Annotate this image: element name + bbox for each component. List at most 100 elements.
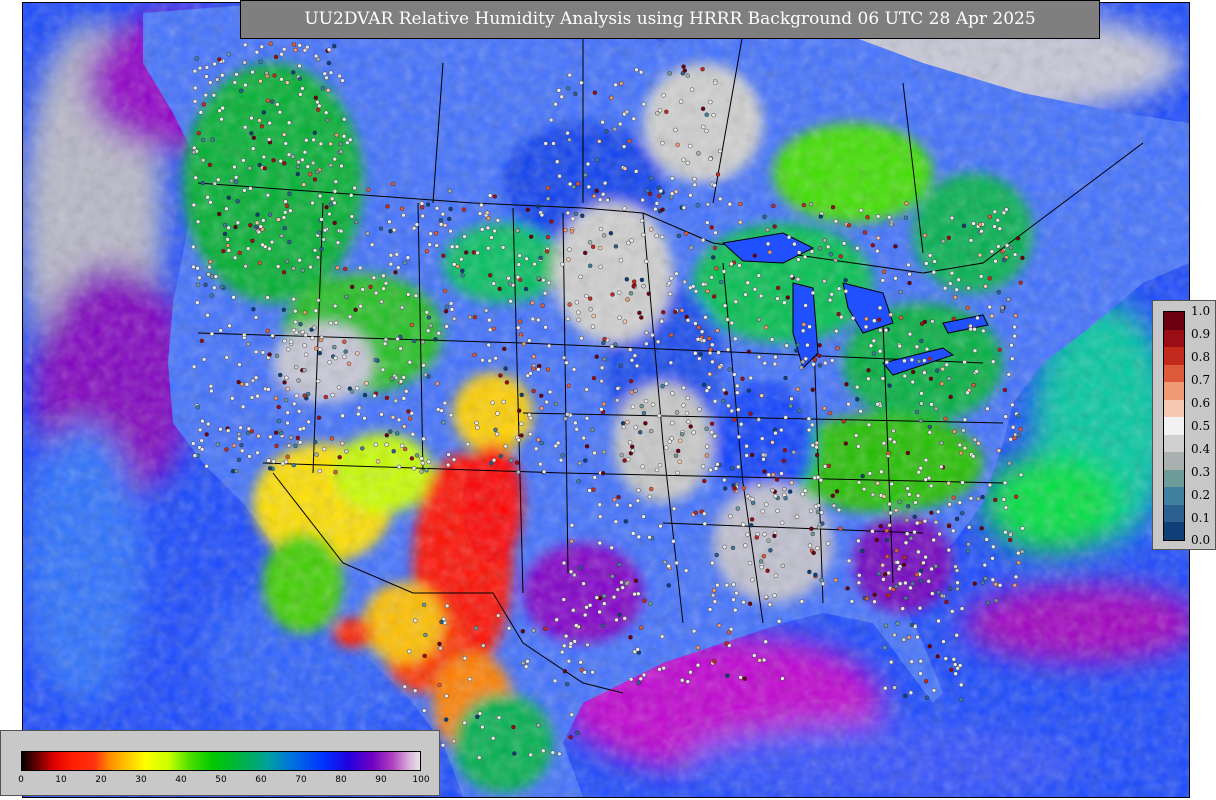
observation-dot xyxy=(493,356,498,361)
observation-dot xyxy=(743,292,748,297)
observation-dot xyxy=(801,328,806,333)
observation-dot xyxy=(704,112,709,117)
observation-dot xyxy=(225,428,231,433)
observation-dot xyxy=(836,507,842,513)
observation-dot xyxy=(952,429,957,434)
observation-dot xyxy=(327,360,332,365)
observation-dot xyxy=(258,59,263,64)
observation-dot xyxy=(749,452,755,458)
observation-dot xyxy=(350,389,355,394)
observation-dot xyxy=(887,436,893,442)
observation-dot xyxy=(491,736,496,741)
observation-dot xyxy=(310,200,315,206)
observation-dot xyxy=(250,238,255,244)
observation-dot xyxy=(857,573,862,578)
observation-dot xyxy=(866,368,871,373)
observation-dot xyxy=(548,117,554,123)
observation-dot xyxy=(531,354,536,359)
observation-dot xyxy=(612,126,617,132)
observation-dot xyxy=(487,317,492,323)
observation-dot xyxy=(472,352,477,357)
observation-dot xyxy=(519,421,524,426)
observation-dot xyxy=(302,343,307,348)
observation-dot xyxy=(686,419,691,424)
observation-dot xyxy=(953,671,958,676)
observation-dot xyxy=(789,480,794,485)
observation-dot xyxy=(197,275,202,280)
observation-dot xyxy=(281,307,286,312)
observation-dot xyxy=(421,363,426,368)
observation-dot xyxy=(640,464,645,469)
observation-dot xyxy=(571,608,576,613)
observation-dot xyxy=(565,130,570,136)
observation-dot xyxy=(919,321,925,326)
observation-dot xyxy=(884,360,889,365)
observation-dot xyxy=(218,427,223,432)
observation-dot xyxy=(539,406,544,411)
observation-dot xyxy=(906,635,912,640)
observation-dot xyxy=(477,211,483,216)
observation-dot xyxy=(388,261,393,267)
observation-dot xyxy=(577,461,583,466)
observation-dot xyxy=(206,421,211,427)
observation-dot xyxy=(893,276,898,281)
observation-dot xyxy=(612,497,617,502)
observation-dot xyxy=(247,165,253,171)
observation-dot xyxy=(261,218,266,223)
observation-dot xyxy=(679,308,685,313)
observation-dot xyxy=(560,453,565,458)
observation-dot xyxy=(443,309,449,314)
observation-dot xyxy=(550,750,555,755)
observation-dot xyxy=(745,532,750,537)
observation-dot xyxy=(316,415,322,420)
observation-dot xyxy=(713,466,719,471)
observation-dot xyxy=(525,659,530,664)
observation-dot xyxy=(330,196,335,202)
observation-dot xyxy=(767,602,773,607)
observation-dot xyxy=(567,181,573,187)
observation-dot xyxy=(954,568,960,573)
observation-dot xyxy=(905,531,910,536)
observation-dot xyxy=(536,367,541,372)
observation-dot xyxy=(961,428,966,433)
observation-dot xyxy=(949,667,954,672)
observation-dot xyxy=(493,427,498,432)
observation-dot xyxy=(318,337,324,343)
observation-dot xyxy=(312,248,318,253)
observation-dot xyxy=(909,622,915,627)
observation-dot xyxy=(295,435,301,441)
observation-dot xyxy=(496,715,502,720)
observation-dot xyxy=(794,348,799,353)
observation-dot xyxy=(937,531,942,537)
observation-dot xyxy=(976,441,981,446)
observation-dot xyxy=(401,212,406,218)
observation-dot xyxy=(660,634,665,639)
observation-dot xyxy=(398,379,404,384)
observation-dot xyxy=(927,644,932,649)
observation-dot xyxy=(731,597,736,602)
observation-dot xyxy=(889,659,894,665)
observation-dot xyxy=(877,305,883,311)
observation-dot xyxy=(562,669,568,674)
observation-dot xyxy=(775,296,780,301)
observation-dot xyxy=(639,218,645,224)
observation-dot xyxy=(274,353,280,358)
observation-dot xyxy=(282,225,287,231)
observation-dot xyxy=(932,259,937,264)
observation-dot xyxy=(723,486,728,491)
observation-dot xyxy=(924,346,930,352)
observation-dot xyxy=(239,442,244,448)
obs-colorbar-segment xyxy=(1164,364,1184,383)
observation-dot xyxy=(707,607,713,612)
observation-dot xyxy=(684,568,689,573)
observation-dot xyxy=(594,188,599,194)
observation-dot xyxy=(338,149,344,154)
observation-dot xyxy=(553,401,559,407)
observation-dot xyxy=(675,142,680,148)
observation-dot xyxy=(710,560,715,566)
observation-dot xyxy=(283,199,288,204)
observation-dot xyxy=(391,227,397,233)
observation-dot xyxy=(291,462,296,468)
observation-dot xyxy=(191,364,197,369)
observation-dot xyxy=(404,389,409,394)
